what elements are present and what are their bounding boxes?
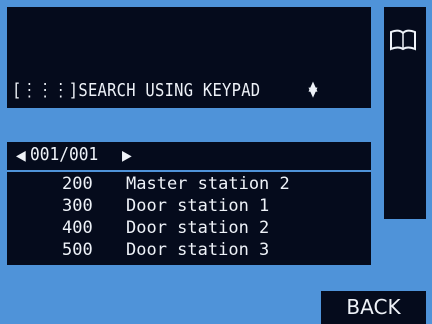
station-number: 300 xyxy=(62,196,93,216)
next-page-arrow-icon[interactable]: ▶ xyxy=(122,148,132,164)
station-name: Door station 2 xyxy=(126,218,270,238)
up-down-arrows-icon[interactable]: ▲ ▼ xyxy=(308,80,318,99)
book-icon[interactable] xyxy=(388,28,418,52)
list-item[interactable]: 200 Master station 2 xyxy=(7,174,371,196)
search-keypad-label[interactable]: [⋮⋮⋮]SEARCH USING KEYPAD xyxy=(12,80,260,101)
list-item[interactable]: 300 Door station 1 xyxy=(7,196,371,218)
station-number: 400 xyxy=(62,218,93,238)
station-number: 500 xyxy=(62,240,93,260)
blank-strip xyxy=(7,108,371,136)
list-item[interactable]: 500 Door station 3 xyxy=(7,240,371,262)
station-name: Door station 1 xyxy=(126,196,270,216)
back-button[interactable]: BACK xyxy=(321,291,426,324)
prev-page-arrow-icon[interactable]: ◀ xyxy=(16,148,26,164)
station-number: 200 xyxy=(62,174,93,194)
list-item[interactable]: 400 Door station 2 xyxy=(7,218,371,240)
station-list: 200 Master station 2 300 Door station 1 … xyxy=(7,170,371,265)
station-name: Door station 3 xyxy=(126,240,270,260)
station-name: Master station 2 xyxy=(126,174,290,194)
page-indicator: 001/001 xyxy=(30,144,99,165)
